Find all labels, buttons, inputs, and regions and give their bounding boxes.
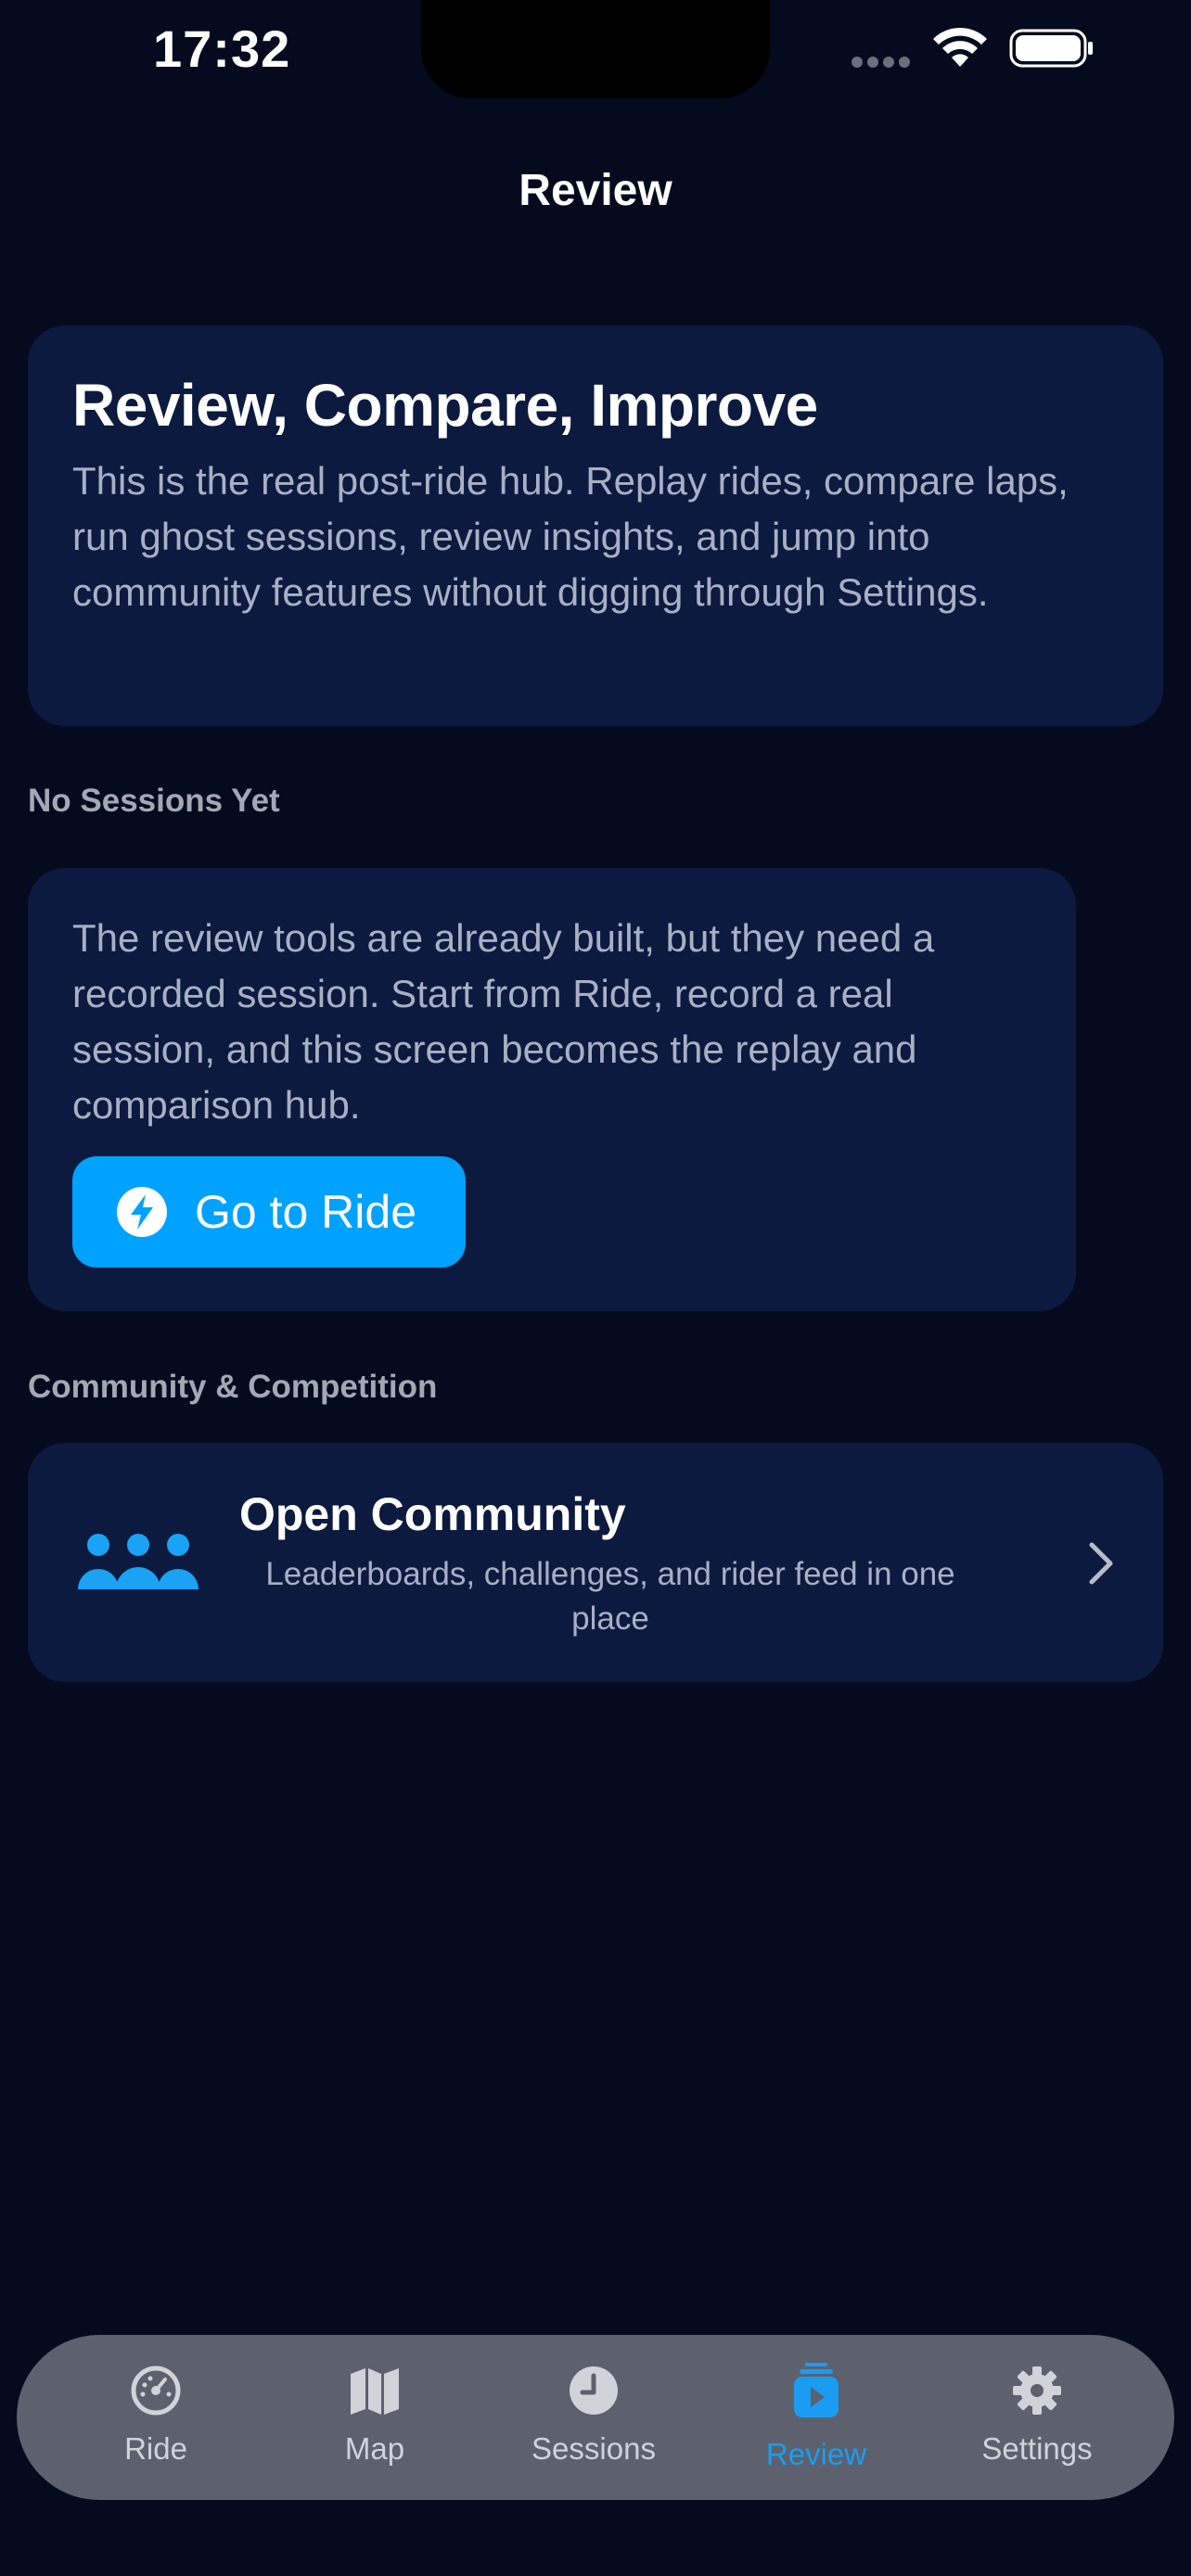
tab-map[interactable]: Map	[273, 2335, 477, 2500]
cellular-signal-icon	[852, 56, 915, 68]
speedometer-icon	[131, 2366, 181, 2416]
hero-title: Review, Compare, Improve	[72, 372, 818, 439]
chevron-right-icon	[1089, 1542, 1113, 1585]
open-community-row[interactable]: Open Community Leaderboards, challenges,…	[28, 1443, 1163, 1682]
gear-icon	[1013, 2366, 1061, 2415]
tab-label: Map	[344, 2431, 405, 2466]
battery-icon	[1009, 29, 1093, 68]
tab-ride[interactable]: Ride	[54, 2335, 258, 2500]
tab-review[interactable]: Review	[714, 2335, 918, 2500]
hero-description: This is the real post-ride hub. Replay r…	[72, 459, 1069, 614]
tab-bar: Ride Map Sessions Review Settings	[17, 2335, 1174, 2500]
status-time: 17:32	[153, 19, 291, 78]
review-screen: 17:32 Review Review, Compare, Improve Th…	[0, 0, 1191, 2576]
hero-card: Review, Compare, Improve This is the rea…	[28, 325, 1163, 726]
section-label-community: Community & Competition	[28, 1369, 438, 1405]
tab-label: Ride	[124, 2431, 187, 2466]
people-icon	[78, 1534, 198, 1589]
go-to-ride-button[interactable]: Go to Ride	[72, 1156, 466, 1268]
section-label-sessions: No Sessions Yet	[28, 783, 280, 819]
tab-label: Sessions	[531, 2431, 656, 2466]
empty-sessions-card: The review tools are already built, but …	[28, 868, 1076, 1311]
go-to-ride-label: Go to Ride	[195, 1186, 417, 1238]
tab-settings[interactable]: Settings	[935, 2335, 1139, 2500]
community-title: Open Community	[239, 1488, 626, 1540]
map-icon	[351, 2368, 399, 2415]
status-bar: 17:32	[0, 0, 1191, 102]
tab-sessions[interactable]: Sessions	[492, 2335, 696, 2500]
empty-sessions-message: The review tools are already built, but …	[72, 916, 935, 1127]
bolt-icon	[117, 1187, 167, 1237]
wifi-icon	[933, 27, 987, 67]
dynamic-island	[421, 0, 770, 98]
tab-label: Review	[765, 2437, 867, 2471]
tab-label: Settings	[981, 2431, 1093, 2466]
page-title: Review	[519, 166, 672, 215]
clock-icon	[570, 2366, 618, 2415]
play-stack-icon	[794, 2363, 839, 2417]
community-subtitle: Leaderboards, challenges, and rider feed…	[265, 1556, 955, 1637]
